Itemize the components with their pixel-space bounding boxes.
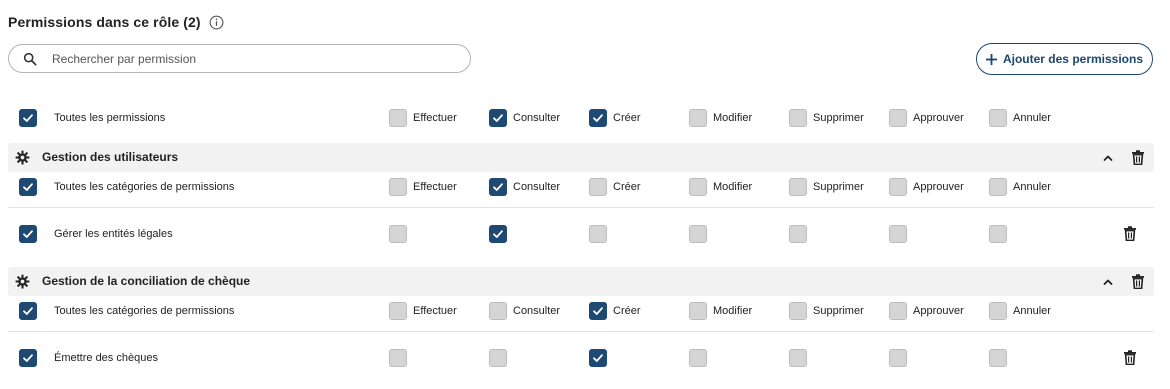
column-label-5: Approuver — [913, 112, 964, 124]
permission-row-checkbox[interactable] — [19, 225, 37, 243]
permission-row-checkbox[interactable] — [19, 349, 37, 367]
all-permissions-row-annuler-checkbox[interactable] — [989, 109, 1007, 127]
permission-row-effectuer-checkbox[interactable] — [389, 225, 407, 243]
trash-icon[interactable] — [1123, 350, 1137, 365]
column-label-3: Modifier — [713, 305, 753, 317]
category-row-annuler-checkbox[interactable] — [989, 302, 1007, 320]
all-permissions-row-checkbox[interactable] — [19, 109, 37, 127]
group-header: Gestion de la conciliation de chèque — [8, 267, 1154, 296]
category-row-effectuer-checkbox[interactable] — [389, 302, 407, 320]
permission-row-créer-checkbox[interactable] — [589, 225, 607, 243]
gear-icon — [15, 274, 30, 289]
plus-icon — [985, 53, 997, 65]
divider — [8, 331, 1154, 332]
divider — [8, 207, 1154, 208]
category-row-modifier-checkbox[interactable] — [689, 302, 707, 320]
permission-row-label: Émettre des chèques — [54, 352, 158, 364]
trash-icon[interactable] — [1123, 226, 1137, 241]
column-label-6: Annuler — [1013, 181, 1051, 193]
permission-row-consulter-checkbox[interactable] — [489, 349, 507, 367]
column-label-5: Approuver — [913, 305, 964, 317]
search-icon — [23, 52, 37, 66]
column-label-6: Annuler — [1013, 112, 1051, 124]
column-label-1: Consulter — [513, 112, 561, 124]
section-header: Permissions dans ce rôle (2) — [8, 12, 224, 32]
trash-icon[interactable] — [1131, 274, 1145, 289]
permission-row-supprimer-checkbox[interactable] — [789, 349, 807, 367]
all-permissions-row-créer-checkbox[interactable] — [589, 109, 607, 127]
all-permissions-row-modifier-checkbox[interactable] — [689, 109, 707, 127]
column-label-0: Effectuer — [413, 305, 457, 317]
search-input[interactable] — [52, 51, 432, 66]
category-row-supprimer-checkbox[interactable] — [789, 302, 807, 320]
column-label-6: Annuler — [1013, 305, 1051, 317]
column-label-0: Effectuer — [413, 181, 457, 193]
column-label-4: Supprimer — [813, 305, 864, 317]
gear-icon — [15, 150, 30, 165]
all-permissions-row-consulter-checkbox[interactable] — [489, 109, 507, 127]
permission-row-créer-checkbox[interactable] — [589, 349, 607, 367]
column-label-2: Créer — [613, 112, 641, 124]
page-title: Permissions dans ce rôle (2) — [8, 14, 201, 30]
category-row-effectuer-checkbox[interactable] — [389, 178, 407, 196]
category-row-approuver-checkbox[interactable] — [889, 178, 907, 196]
group-header: Gestion des utilisateurs — [8, 143, 1154, 172]
add-permissions-button[interactable]: Ajouter des permissions — [976, 43, 1153, 75]
column-label-2: Créer — [613, 305, 641, 317]
category-row-label: Toutes les catégories de permissions — [54, 305, 235, 317]
column-label-0: Effectuer — [413, 112, 457, 124]
chevron-up-icon[interactable] — [1102, 152, 1114, 164]
permission-row-consulter-checkbox[interactable] — [489, 225, 507, 243]
group-name: Gestion de la conciliation de chèque — [42, 274, 251, 288]
all-permissions-row-label: Toutes les permissions — [54, 112, 166, 124]
category-row-checkbox[interactable] — [19, 178, 37, 196]
category-row-approuver-checkbox[interactable] — [889, 302, 907, 320]
column-label-4: Supprimer — [813, 112, 864, 124]
trash-icon[interactable] — [1131, 150, 1145, 165]
all-permissions-row-approuver-checkbox[interactable] — [889, 109, 907, 127]
permission-row-approuver-checkbox[interactable] — [889, 349, 907, 367]
permission-row-approuver-checkbox[interactable] — [889, 225, 907, 243]
category-row-label: Toutes les catégories de permissions — [54, 181, 235, 193]
category-row-supprimer-checkbox[interactable] — [789, 178, 807, 196]
column-label-3: Modifier — [713, 112, 753, 124]
chevron-up-icon[interactable] — [1102, 276, 1114, 288]
column-label-1: Consulter — [513, 181, 561, 193]
search-box[interactable] — [8, 44, 471, 73]
category-row-créer-checkbox[interactable] — [589, 178, 607, 196]
permission-row-annuler-checkbox[interactable] — [989, 349, 1007, 367]
info-icon[interactable] — [209, 15, 224, 30]
column-label-4: Supprimer — [813, 181, 864, 193]
permission-row-supprimer-checkbox[interactable] — [789, 225, 807, 243]
permission-row-modifier-checkbox[interactable] — [689, 349, 707, 367]
group-name: Gestion des utilisateurs — [42, 150, 179, 164]
add-permissions-label: Ajouter des permissions — [1002, 52, 1144, 66]
category-row-checkbox[interactable] — [19, 302, 37, 320]
column-label-1: Consulter — [513, 305, 561, 317]
category-row-créer-checkbox[interactable] — [589, 302, 607, 320]
category-row-consulter-checkbox[interactable] — [489, 178, 507, 196]
category-row-consulter-checkbox[interactable] — [489, 302, 507, 320]
all-permissions-row-effectuer-checkbox[interactable] — [389, 109, 407, 127]
category-row-modifier-checkbox[interactable] — [689, 178, 707, 196]
all-permissions-row-supprimer-checkbox[interactable] — [789, 109, 807, 127]
permission-row-annuler-checkbox[interactable] — [989, 225, 1007, 243]
category-row-annuler-checkbox[interactable] — [989, 178, 1007, 196]
permission-row-modifier-checkbox[interactable] — [689, 225, 707, 243]
column-label-3: Modifier — [713, 181, 753, 193]
column-label-2: Créer — [613, 181, 641, 193]
permission-row-effectuer-checkbox[interactable] — [389, 349, 407, 367]
permission-row-label: Gérer les entités légales — [54, 228, 173, 240]
column-label-5: Approuver — [913, 181, 964, 193]
